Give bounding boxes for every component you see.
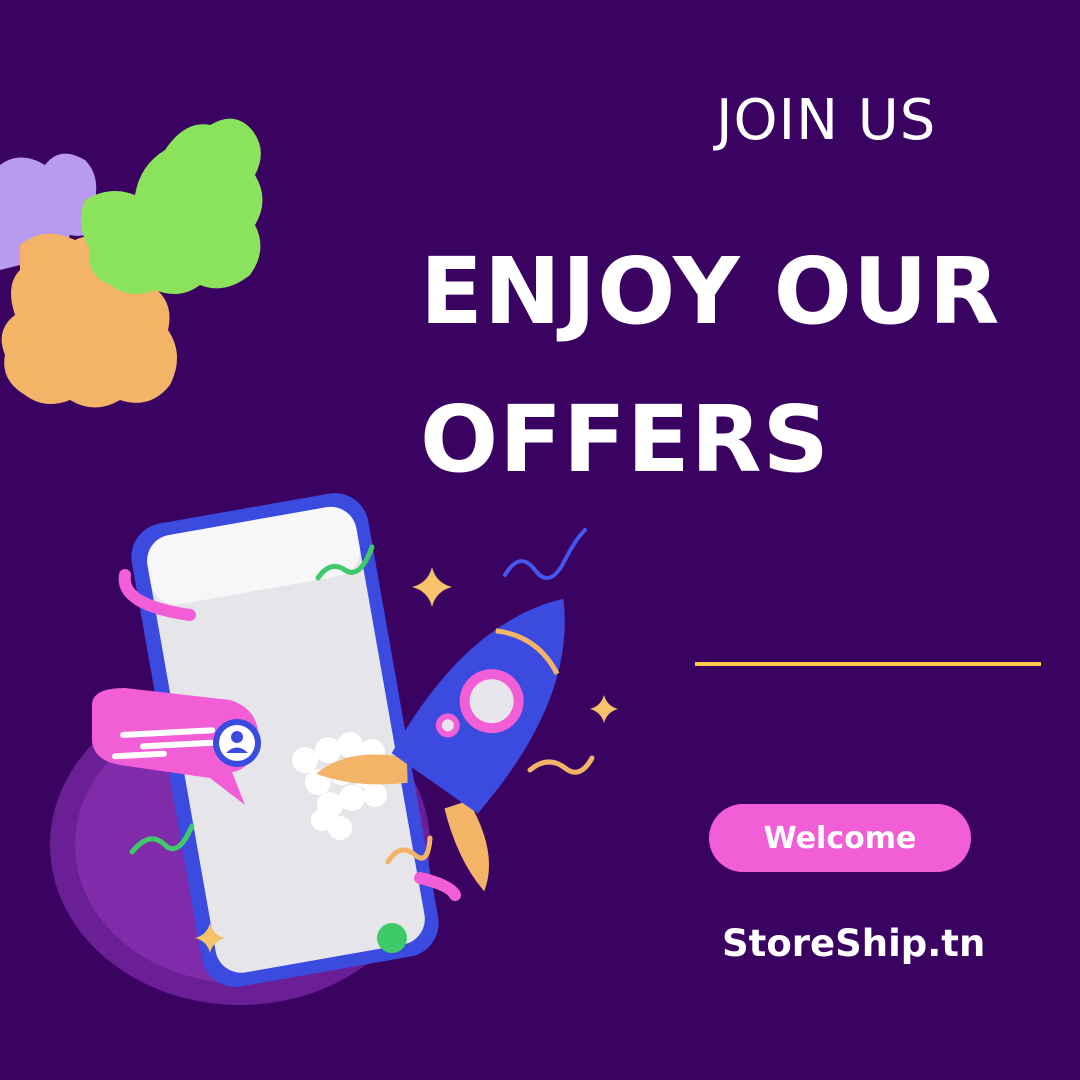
welcome-button[interactable]: Welcome: [709, 804, 971, 872]
headline-line-1: ENJOY OUR: [420, 238, 1001, 345]
divider-line: [695, 662, 1041, 666]
poster: JOIN US ENJOY OUR OFFERS Welcome StoreSh…: [0, 0, 1080, 1080]
user-avatar-icon: [213, 719, 261, 767]
confetti-squiggle: [503, 528, 587, 580]
phone-rocket-illustration: [50, 493, 618, 1005]
join-us-label: JOIN US: [716, 88, 937, 153]
site-name: StoreShip.tn: [722, 922, 986, 965]
headline: ENJOY OUR OFFERS: [420, 218, 1060, 514]
green-dot: [377, 923, 407, 953]
headline-line-2: OFFERS: [420, 386, 830, 493]
